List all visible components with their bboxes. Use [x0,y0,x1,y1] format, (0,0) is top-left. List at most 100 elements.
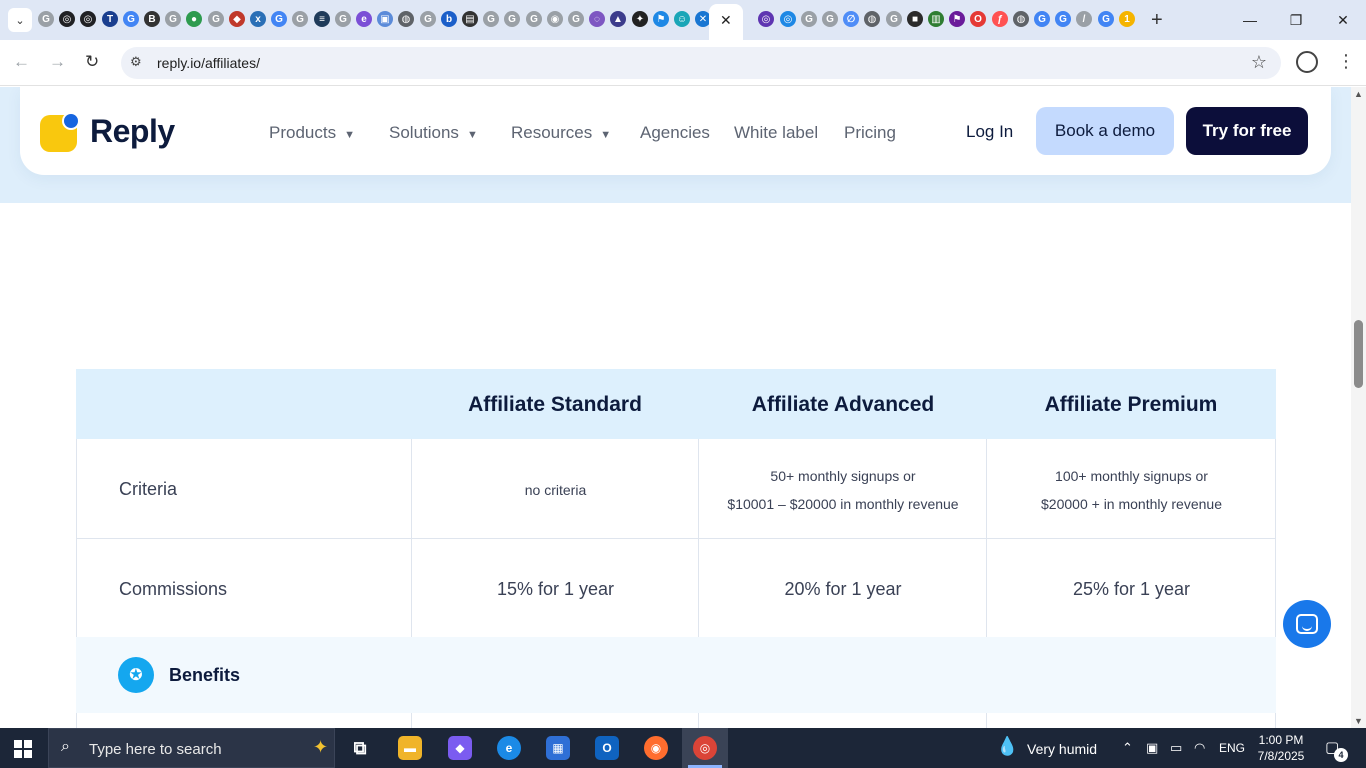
nav-white-label[interactable]: White label [734,123,818,143]
task-view-icon[interactable]: ⧉ [348,736,372,760]
bookmark-star-icon[interactable]: ☆ [1251,52,1267,73]
edge-icon[interactable]: e [497,736,521,760]
f-favicon[interactable]: ƒ [992,11,1008,27]
chart-favicon[interactable]: ▥ [928,11,944,27]
google-favicon[interactable]: G [1055,11,1071,27]
google-favicon[interactable]: G [208,11,224,27]
brand-name[interactable]: Reply [90,113,175,150]
nav-products[interactable]: Products ▼ [269,123,355,143]
openai-favicon[interactable]: ◎ [59,11,75,27]
url-text[interactable]: reply.io/affiliates/ [157,55,260,71]
google-favicon[interactable]: G [38,11,54,27]
google-favicon[interactable]: G [886,11,902,27]
yellow-favicon[interactable]: 1 [1119,11,1135,27]
address-bar[interactable]: ⚙ reply.io/affiliates/ ☆ [121,47,1281,79]
square-green-favicon[interactable]: ■ [907,11,923,27]
google-favicon[interactable]: G [271,11,287,27]
chat-purple-favicon[interactable]: ◎ [758,11,774,27]
stack-favicon[interactable]: ≡ [314,11,330,27]
target-favicon[interactable]: ◎ [780,11,796,27]
tray-overflow-icon[interactable]: ⌃ [1122,740,1133,756]
flag-purple-favicon[interactable]: ⚑ [949,11,965,27]
openai-favicon[interactable]: ◎ [80,11,96,27]
try-for-free-button[interactable]: Try for free [1186,107,1308,155]
window-restore-button[interactable]: ❐ [1273,8,1319,32]
browser-menu-icon[interactable]: ⋮ [1337,49,1355,73]
xf-favicon[interactable]: x [250,11,266,27]
firefox-icon[interactable]: ◉ [644,736,668,760]
basket-favicon[interactable]: ◆ [229,11,245,27]
image-favicon[interactable]: ▣ [377,11,393,27]
language-indicator[interactable]: ENG [1219,741,1245,755]
globe-favicon[interactable]: ◍ [398,11,414,27]
google-favicon[interactable]: G [568,11,584,27]
globe-favicon[interactable]: ◍ [864,11,880,27]
chrome-icon[interactable]: ◎ [693,736,717,760]
chat-favicon[interactable]: ◌ [589,11,605,27]
globe-favicon[interactable]: ◍ [1013,11,1029,27]
microsoft-store-icon[interactable]: ▦ [546,736,570,760]
circle-favicon[interactable]: ◉ [547,11,563,27]
window-close-button[interactable]: ✕ [1320,8,1366,32]
nav-pricing[interactable]: Pricing [844,123,896,143]
windows-start-icon[interactable] [14,740,32,758]
window-minimize-button[interactable]: — [1227,8,1273,32]
profile-icon[interactable] [1296,51,1318,73]
nav-solutions[interactable]: Solutions ▼ [389,123,478,143]
site-info-icon[interactable]: ⚙ [130,54,148,72]
back-icon[interactable]: ← [13,52,30,72]
battery-icon[interactable]: ▭ [1170,740,1182,756]
nav-resources[interactable]: Resources ▼ [511,123,611,143]
opera-favicon[interactable]: O [970,11,986,27]
reply-logo-icon[interactable] [40,112,80,153]
google-favicon[interactable]: G [165,11,181,27]
ttp-favicon[interactable]: T [102,11,118,27]
pen-favicon[interactable]: / [1076,11,1092,27]
google-favicon[interactable]: G [483,11,499,27]
google-favicon[interactable]: G [504,11,520,27]
tab-search-button[interactable]: ⌄ [8,8,32,32]
perplexity-favicon[interactable]: ∅ [843,11,859,27]
outlook-icon[interactable]: O [595,736,619,760]
reload-icon[interactable]: ↻ [85,52,99,72]
flag-favicon[interactable]: ⚑ [653,11,669,27]
google-favicon[interactable]: G [335,11,351,27]
sparkle-favicon[interactable]: ✦ [632,11,648,27]
bing-favicon[interactable]: b [441,11,457,27]
person-favicon[interactable]: ☺ [674,11,690,27]
camera-icon[interactable]: ▣ [1146,740,1158,756]
weather-text[interactable]: Very humid [1027,741,1097,757]
taskbar-search-box[interactable]: ⌕ Type here to search ✦ [48,728,335,768]
page-scrollbar[interactable]: ▲ ▼ [1351,87,1366,728]
google-favicon[interactable]: G [822,11,838,27]
login-link[interactable]: Log In [966,122,1013,142]
google-favicon[interactable]: G [420,11,436,27]
google-favicon[interactable]: G [801,11,817,27]
copilot-icon[interactable]: ◆ [448,736,472,760]
google-favicon[interactable]: G [1098,11,1114,27]
forward-icon[interactable]: → [49,52,66,72]
e-favicon[interactable]: e [356,11,372,27]
chat-launcher-button[interactable] [1283,600,1331,648]
active-tab[interactable]: ✕ [709,4,743,40]
tab-close-icon[interactable]: ✕ [720,12,732,29]
book-demo-button[interactable]: Book a demo [1036,107,1174,155]
google-favicon[interactable]: G [123,11,139,27]
wifi-icon[interactable]: ◠ [1194,740,1205,756]
nav-agencies[interactable]: Agencies [640,123,710,143]
triangle-favicon[interactable]: ▲ [610,11,626,27]
google-favicon[interactable]: G [292,11,308,27]
scroll-down-icon[interactable]: ▼ [1354,716,1363,726]
new-tab-button[interactable]: + [1151,8,1163,32]
taskbar-clock[interactable]: 1:00 PM 7/8/2025 [1252,732,1310,764]
globe-green-favicon[interactable]: ● [186,11,202,27]
google-favicon[interactable]: G [1034,11,1050,27]
file-explorer-icon[interactable]: ▬ [398,736,422,760]
b-favicon[interactable]: B [144,11,160,27]
scroll-thumb[interactable] [1354,320,1363,388]
google-favicon[interactable]: G [526,11,542,27]
weather-drop-icon[interactable]: 💧 [996,736,1018,757]
doc-favicon[interactable]: ▤ [462,11,478,27]
scroll-up-icon[interactable]: ▲ [1354,89,1363,99]
criteria-advanced-line-2: $10001 – $20000 in monthly revenue [727,496,959,512]
